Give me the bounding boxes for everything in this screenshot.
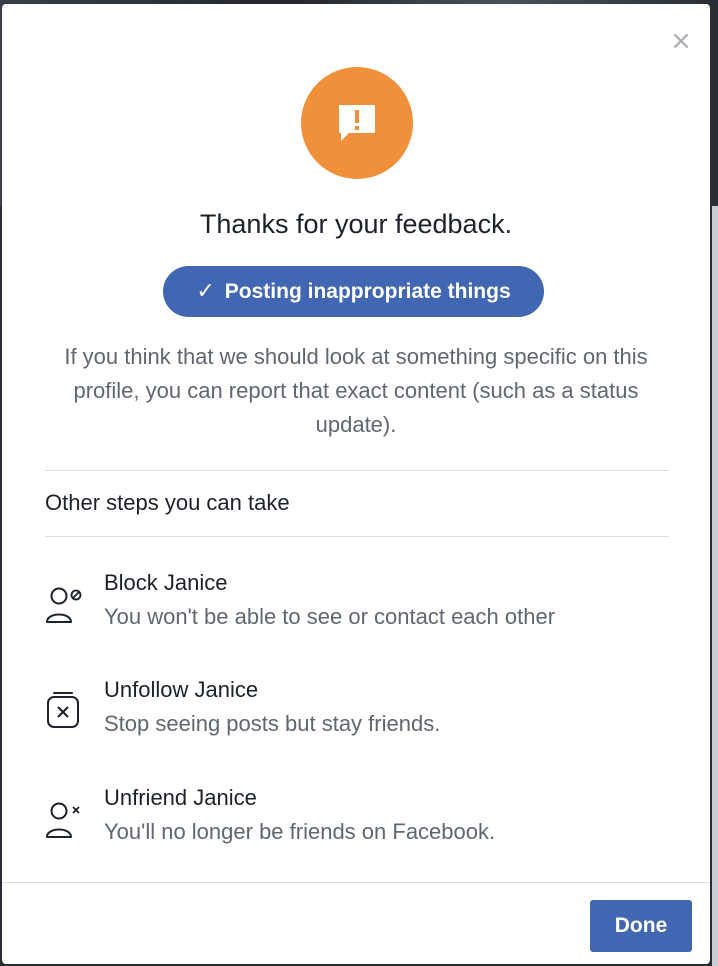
selected-reason-badge: ✓ Posting inappropriate things: [163, 266, 544, 317]
unfollow-icon: [45, 689, 85, 733]
divider: [45, 536, 669, 537]
option-title: Unfollow Janice: [104, 677, 259, 702]
unfollow-option[interactable]: Unfollow Janice Stop seeing posts but st…: [45, 677, 665, 749]
section-title: Other steps you can take: [45, 490, 290, 515]
option-title: Unfriend Janice: [104, 785, 257, 810]
unfriend-option[interactable]: Unfriend Janice You'll no longer be frie…: [45, 785, 665, 857]
option-description: You'll no longer be friends on Facebook.: [104, 819, 496, 844]
background-page-edge: [712, 206, 718, 966]
unfriend-icon: [45, 797, 85, 841]
block-user-option[interactable]: Block Janice You won't be able to see or…: [45, 570, 665, 642]
description-text: If you think that we should look at some…: [64, 344, 648, 437]
option-description: Stop seeing posts but stay friends.: [104, 711, 441, 736]
feedback-dialog: × Thanks for your feedback. ✓ Posting in…: [2, 4, 710, 964]
option-title: Block Janice: [104, 570, 228, 595]
option-description: You won't be able to see or contact each…: [104, 604, 556, 629]
close-icon[interactable]: ×: [670, 28, 692, 54]
selected-reason-label: Posting inappropriate things: [224, 279, 511, 303]
checkmark-icon: ✓: [196, 279, 215, 304]
speech-bubble-exclamation-icon: [301, 67, 413, 179]
block-user-icon: [45, 582, 85, 626]
done-button[interactable]: Done: [590, 900, 692, 952]
divider: [45, 470, 669, 471]
footer-divider: [2, 882, 710, 883]
dialog-title: Thanks for your feedback.: [199, 209, 513, 239]
